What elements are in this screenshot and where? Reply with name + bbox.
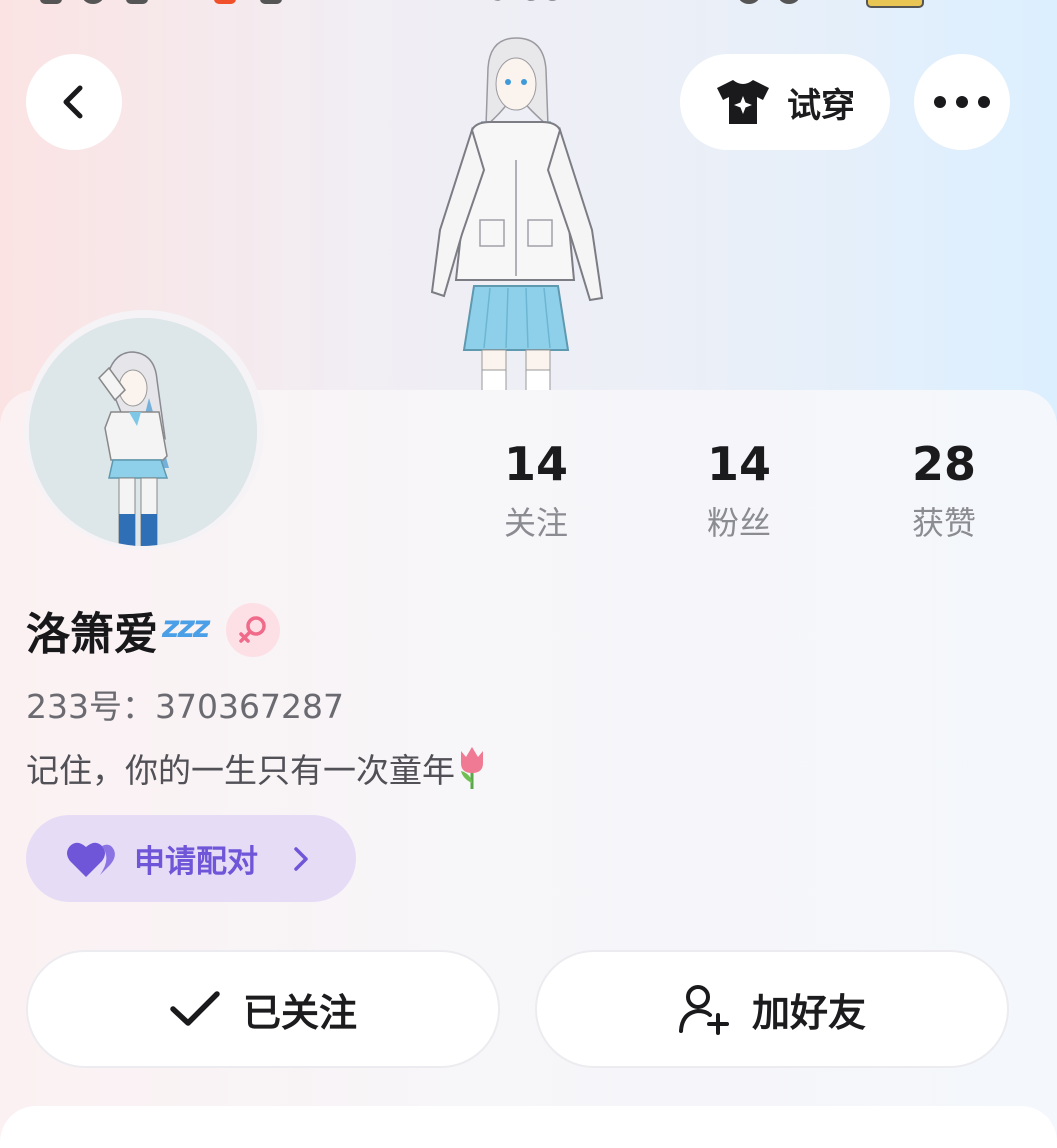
status-icon <box>778 0 800 4</box>
likes-label: 获赞 <box>911 504 976 542</box>
profile-page: 19:33 <box>0 0 1057 1148</box>
status-bar: 19:33 <box>0 0 1057 8</box>
chevron-left-icon <box>63 85 83 119</box>
status-icon <box>82 0 104 4</box>
try-on-label: 试穿 <box>787 85 855 126</box>
tulip-icon <box>461 747 483 789</box>
female-symbol-icon <box>239 616 267 643</box>
request-match-label: 申请配对 <box>134 844 258 880</box>
zzz-emoji-icon: zzz <box>162 609 210 645</box>
request-match-button[interactable]: 申请配对 <box>26 815 356 902</box>
followers-label: 粉丝 <box>706 504 771 542</box>
status-icon <box>260 0 282 4</box>
battery-icon <box>866 0 924 8</box>
followed-button[interactable]: 已关注 <box>26 950 500 1068</box>
checkmark-icon <box>170 991 220 1026</box>
alarm-icon <box>738 0 760 4</box>
username: 洛箫爱 <box>26 609 158 660</box>
content-section-top <box>0 1106 1057 1148</box>
followed-label: 已关注 <box>242 990 357 1035</box>
add-friend-icon <box>678 985 729 1035</box>
more-options-button[interactable] <box>914 54 1010 150</box>
name-row: 洛箫爱 zzz <box>26 598 281 662</box>
followers-count: 14 <box>706 437 771 491</box>
status-icon <box>126 0 148 4</box>
bio-text: 记住，你的一生只有一次童年 <box>26 751 455 790</box>
avatar[interactable] <box>29 318 257 546</box>
user-id: 233号：370367287 <box>26 687 344 726</box>
status-time: 19:33 <box>468 0 565 8</box>
more-dots-icon <box>934 96 990 108</box>
back-button[interactable] <box>26 54 122 150</box>
following-count: 14 <box>503 437 568 491</box>
status-icon <box>214 0 236 4</box>
character-3d-model[interactable] <box>410 30 620 392</box>
avatar-character-image <box>29 318 257 546</box>
likes-count: 28 <box>911 437 976 491</box>
add-friend-label: 加好友 <box>751 990 866 1035</box>
heart-icon <box>67 842 115 877</box>
following-label: 关注 <box>503 504 568 542</box>
gender-badge <box>226 603 281 657</box>
stat-likes[interactable]: 28 获赞 <box>864 432 1024 548</box>
stat-followers[interactable]: 14 粉丝 <box>659 432 819 548</box>
stat-following[interactable]: 14 关注 <box>456 432 616 548</box>
bio: 记住，你的一生只有一次童年 <box>26 744 489 792</box>
chevron-right-icon <box>294 846 308 871</box>
add-friend-button[interactable]: 加好友 <box>535 950 1009 1068</box>
try-on-button[interactable]: 试穿 <box>680 54 890 150</box>
tshirt-sparkle-icon <box>717 80 769 124</box>
status-icon <box>40 0 62 4</box>
